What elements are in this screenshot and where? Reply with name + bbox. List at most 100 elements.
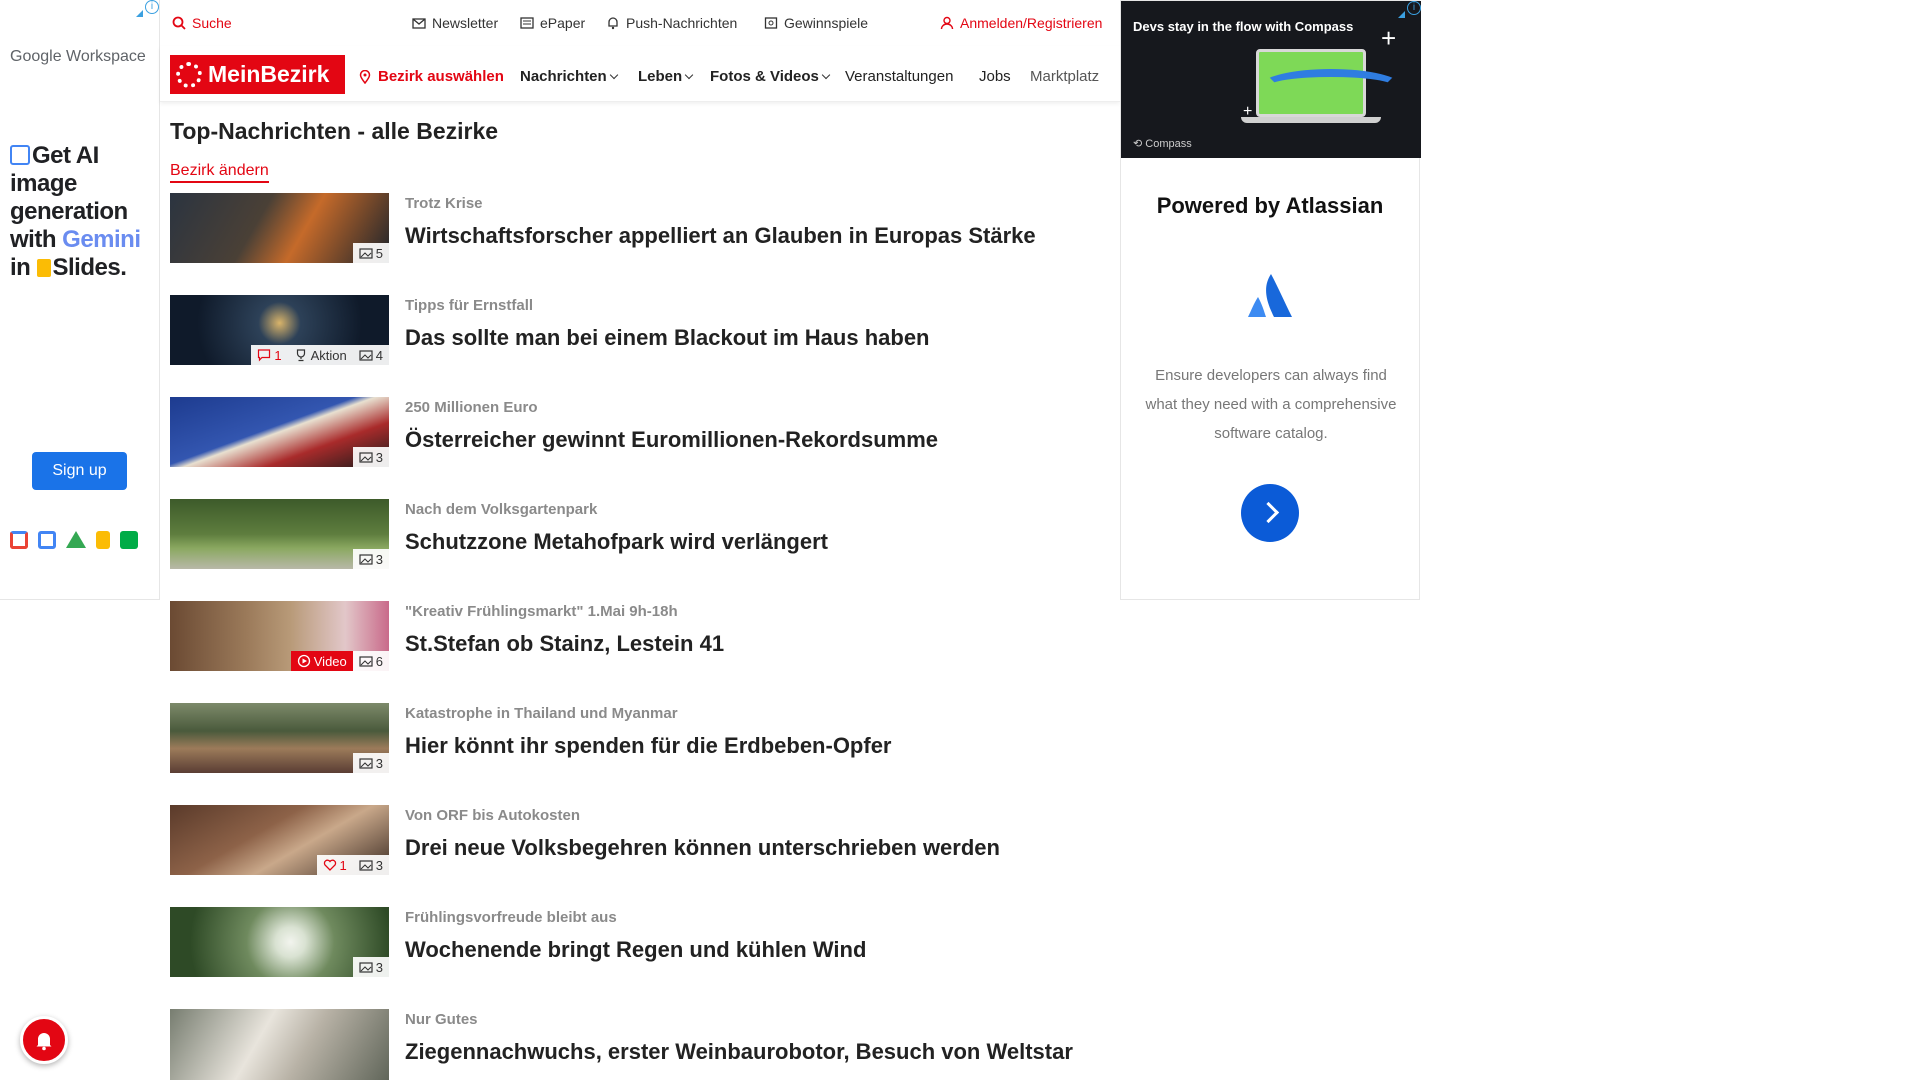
article-thumbnail[interactable]: 1 3 xyxy=(170,805,389,875)
ad-choices-icon[interactable]: i xyxy=(1398,1,1421,18)
banner-text: Devs stay in the flow with Compass xyxy=(1133,19,1354,34)
article-headline[interactable]: Österreicher gewinnt Euromillionen-Rekor… xyxy=(405,425,1105,454)
article-item[interactable]: 3 Katastrophe in Thailand und Myanmar Hi… xyxy=(170,703,1120,805)
newsletter-link[interactable]: Newsletter xyxy=(412,15,498,31)
image-icon xyxy=(359,452,373,463)
nav-veranstaltungen[interactable]: Veranstaltungen xyxy=(845,68,953,85)
drive-icon xyxy=(66,531,86,548)
article-kicker: Trotz Krise xyxy=(405,195,483,212)
laptop-base xyxy=(1241,117,1381,123)
article-kicker: Frühlingsvorfreude bleibt aus xyxy=(405,909,617,926)
article-thumbnail[interactable] xyxy=(170,1009,389,1080)
atlassian-logo-icon xyxy=(1248,274,1292,317)
article-item[interactable]: 3 Nach dem Volksgartenpark Schutzzone Me… xyxy=(170,499,1120,601)
ad-banner-image[interactable]: Devs stay in the flow with Compass + + ⟲… xyxy=(1121,1,1421,158)
district-select[interactable]: Bezirk auswählen xyxy=(358,68,504,85)
article-item[interactable]: Video 6 "Kreativ Frühlingsmarkt" 1.Mai 9… xyxy=(170,601,1120,703)
nav-label: Nachrichten xyxy=(520,68,607,85)
photo-count: 3 xyxy=(375,755,383,771)
article-item[interactable]: 5 Trotz Krise Wirtschaftsforscher appell… xyxy=(170,193,1120,295)
article-headline[interactable]: Ziegennachwuchs, erster Weinbaurobotor, … xyxy=(405,1037,1105,1066)
epaper-link[interactable]: ePaper xyxy=(520,15,585,31)
nav-fotos-videos[interactable]: Fotos & Videos xyxy=(710,68,831,85)
photo-count: 3 xyxy=(375,857,383,873)
article-headline[interactable]: Das sollte man bei einem Blackout im Hau… xyxy=(405,323,1105,352)
article-item[interactable]: 1 Aktion 4 Tipps für Ernstfall Das sollt… xyxy=(170,295,1120,397)
ad-headline: Get AI image generation with Gemini in S… xyxy=(10,142,141,281)
article-headline[interactable]: Wochenende bringt Regen und kühlen Wind xyxy=(405,935,1105,964)
notification-bell-button[interactable] xyxy=(20,1016,68,1064)
logo-text: MeinBezirk xyxy=(208,61,330,87)
nav-marktplatz[interactable]: Marktplatz xyxy=(1030,68,1110,85)
article-headline[interactable]: St.Stefan ob Stainz, Lestein 41 xyxy=(405,629,1105,658)
article-thumbnail[interactable]: 3 xyxy=(170,907,389,977)
article-item[interactable]: 3 Frühlingsvorfreude bleibt aus Wochenen… xyxy=(170,907,1120,1009)
article-headline[interactable]: Wirtschaftsforscher appelliert an Glaube… xyxy=(405,221,1105,250)
article-thumbnail[interactable]: 3 xyxy=(170,397,389,467)
article-item[interactable]: 1 3 Von ORF bis Autokosten Drei neue Vol… xyxy=(170,805,1120,907)
photo-count-badge: 3 xyxy=(352,957,389,977)
nav-leben[interactable]: Leben xyxy=(638,68,694,85)
image-icon xyxy=(359,350,373,361)
plus-decoration-icon: + xyxy=(1381,23,1397,53)
login-link[interactable]: Anmelden/Registrieren xyxy=(940,15,1102,31)
sign-up-button[interactable]: Sign up xyxy=(32,452,127,490)
chevron-down-icon xyxy=(609,70,618,80)
bell-icon xyxy=(608,17,618,30)
newspaper-icon xyxy=(520,17,534,29)
video-label: Video xyxy=(313,653,347,669)
image-icon xyxy=(359,656,373,667)
article-headline[interactable]: Drei neue Volksbegehren können unterschr… xyxy=(405,833,1105,862)
page-title: Top-Nachrichten - alle Bezirke xyxy=(170,118,499,144)
slides-icon xyxy=(36,259,51,277)
left-advertisement[interactable]: i Google Workspace Get AI image generati… xyxy=(0,0,160,600)
heart-icon xyxy=(323,859,336,871)
push-label: Push-Nachrichten xyxy=(626,15,738,31)
article-headline[interactable]: Hier könnt ihr spenden für die Erdbeben-… xyxy=(405,731,1105,760)
image-icon xyxy=(359,248,373,259)
meet-icon xyxy=(120,531,138,549)
article-thumbnail[interactable]: 1 Aktion 4 xyxy=(170,295,389,365)
nav-nachrichten[interactable]: Nachrichten xyxy=(520,68,618,85)
article-kicker: Tipps für Ernstfall xyxy=(405,297,534,314)
gmail-icon xyxy=(10,531,28,549)
article-item[interactable]: Nur Gutes Ziegennachwuchs, erster Weinba… xyxy=(170,1009,1120,1080)
photo-count-badge: 3 xyxy=(352,855,389,875)
article-thumbnail[interactable]: 5 xyxy=(170,193,389,263)
article-headline[interactable]: Schutzzone Metahofpark wird verlängert xyxy=(405,527,1105,556)
ad-choices-icon[interactable]: i xyxy=(136,0,159,17)
photo-count: 5 xyxy=(375,245,383,261)
comment-count-badge: 1 xyxy=(251,345,288,365)
like-count-badge: 1 xyxy=(316,855,353,875)
ad-title: Powered by Atlassian xyxy=(1156,193,1384,218)
image-icon xyxy=(359,860,373,871)
meinbezirk-logo[interactable]: MeinBezirk xyxy=(170,55,345,94)
article-thumbnail[interactable]: Video 6 xyxy=(170,601,389,671)
photo-count-badge: 3 xyxy=(352,447,389,467)
contests-label: Gewinnspiele xyxy=(784,15,869,31)
ad-next-button[interactable] xyxy=(1241,484,1299,542)
article-kicker: Von ORF bis Autokosten xyxy=(405,807,580,824)
right-advertisement[interactable]: Devs stay in the flow with Compass + + ⟲… xyxy=(1120,0,1421,600)
google-workspace-logo: Google Workspace xyxy=(10,48,146,65)
article-thumbnail[interactable]: 3 xyxy=(170,703,389,773)
keep-icon xyxy=(96,531,110,549)
search-link[interactable]: Suche xyxy=(172,15,232,31)
newsletter-label: Newsletter xyxy=(432,15,499,31)
play-icon xyxy=(297,654,310,668)
article-kicker: Nur Gutes xyxy=(405,1011,478,1028)
image-icon xyxy=(359,758,373,769)
photo-count-badge: 3 xyxy=(352,753,389,773)
nav-label: Fotos & Videos xyxy=(710,68,819,85)
change-district-link[interactable]: Bezirk ändern xyxy=(170,162,269,183)
contests-link[interactable]: Gewinnspiele xyxy=(764,15,868,31)
image-icon xyxy=(359,962,373,973)
search-icon xyxy=(172,16,186,30)
nav-jobs[interactable]: Jobs xyxy=(979,68,1011,85)
article-kicker: 250 Millionen Euro xyxy=(405,399,538,416)
ad-body-text: Ensure developers can always find what t… xyxy=(1145,367,1397,442)
compass-brand: ⟲ Compass xyxy=(1133,138,1192,150)
article-thumbnail[interactable]: 3 xyxy=(170,499,389,569)
push-notifications-link[interactable]: Push-Nachrichten xyxy=(606,15,737,31)
article-item[interactable]: 3 250 Millionen Euro Österreicher gewinn… xyxy=(170,397,1120,499)
